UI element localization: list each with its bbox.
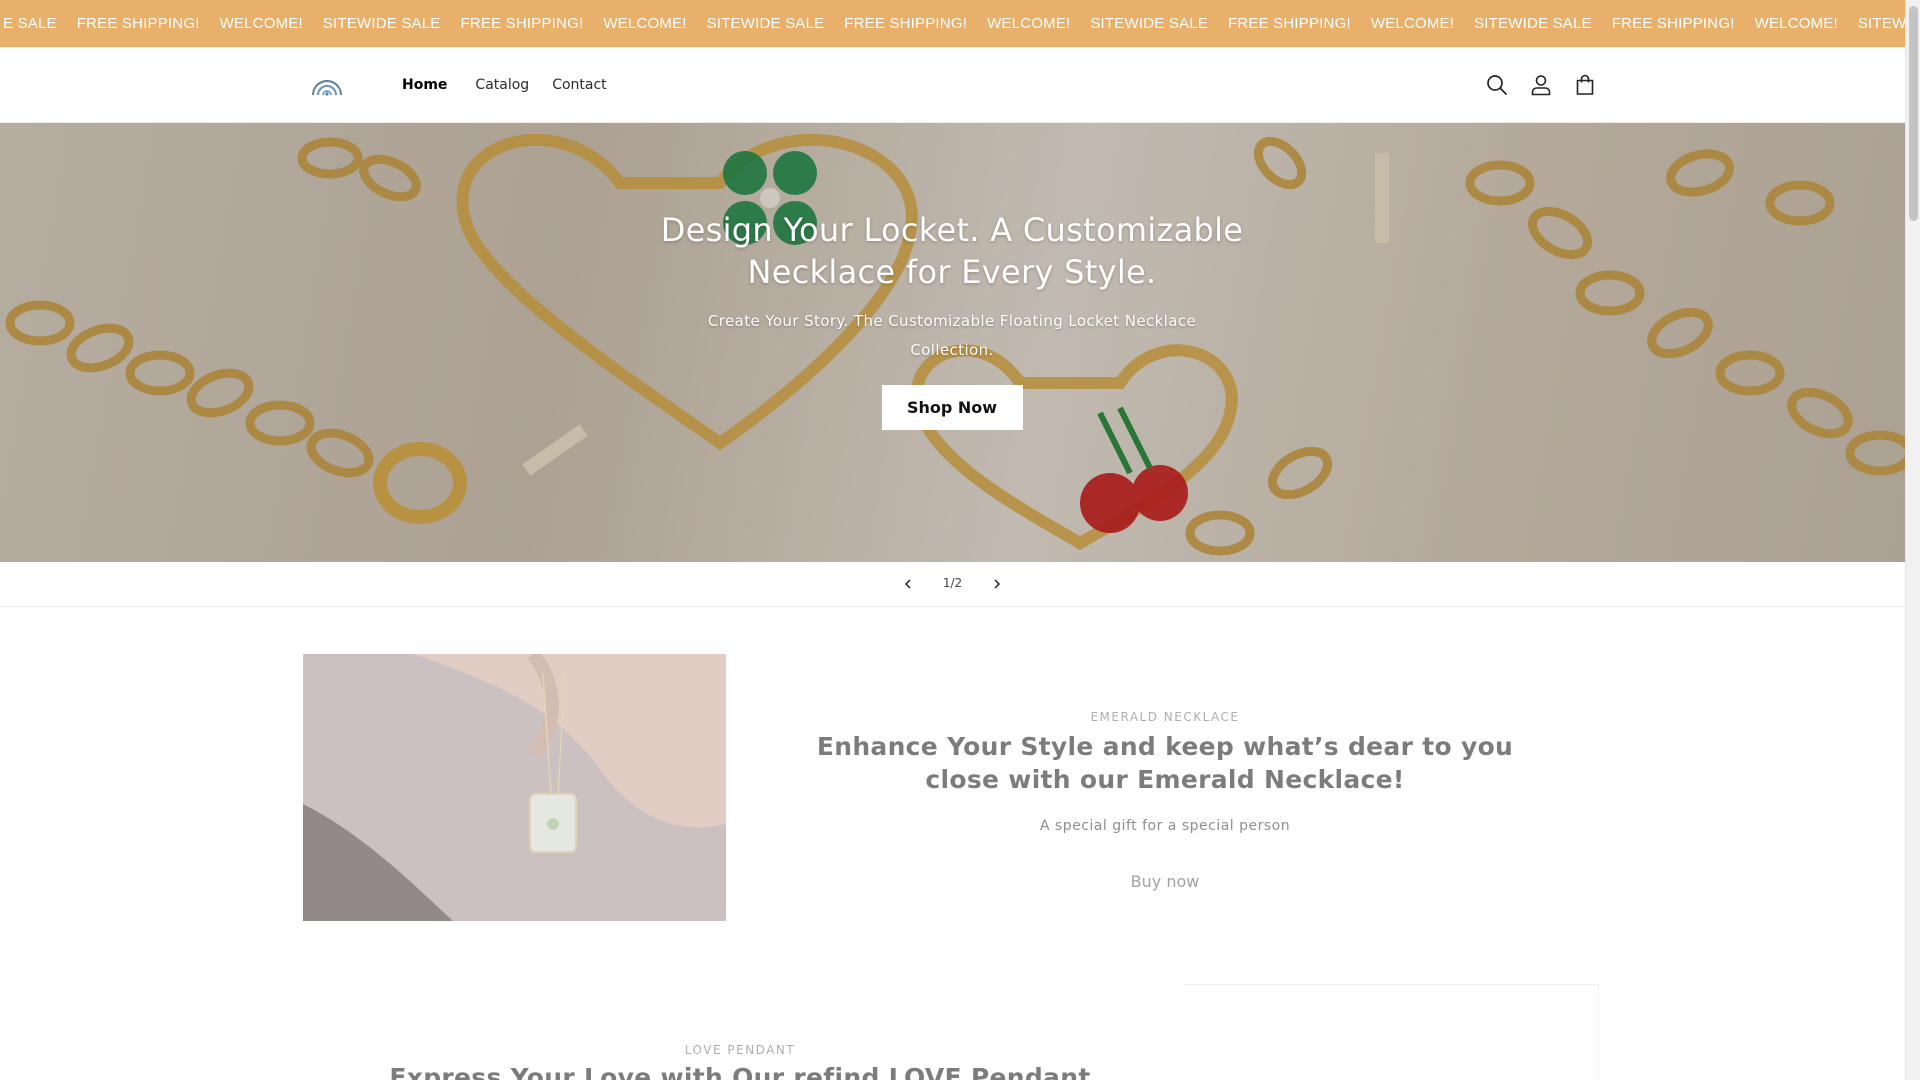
emerald-necklace-image bbox=[303, 654, 726, 921]
announcement-bar: E SALE FREE SHIPPING! WELCOME! SITEWIDE SAL… bbox=[0, 0, 1905, 47]
search-icon[interactable] bbox=[1481, 69, 1513, 101]
love-feature-text: LOVE PENDANT Express Your Love with Our … bbox=[370, 1043, 1110, 1080]
announcement-item: FREE SHIPPING! bbox=[844, 15, 968, 32]
hero-content: Design Your Locket. A Customizable Neckl… bbox=[652, 209, 1252, 430]
nav-contact[interactable]: Contact bbox=[552, 77, 606, 93]
announcement-item: FREE SHIPPING! bbox=[1227, 15, 1351, 32]
announcement-item: SITEWIDE SALE bbox=[1090, 15, 1208, 32]
scrollbar-thumb[interactable] bbox=[1909, 6, 1918, 221]
buy-now-link[interactable]: Buy now bbox=[810, 872, 1520, 891]
announcement-item: WELCOME! bbox=[1754, 15, 1838, 32]
announcement-item: FREE SHIPPING! bbox=[1611, 15, 1735, 32]
announcement-item: E SALE bbox=[3, 15, 57, 32]
love-eyebrow: LOVE PENDANT bbox=[684, 1043, 796, 1057]
emerald-feature-text: EMERALD NECKLACE Enhance Your Style and … bbox=[810, 710, 1520, 891]
announcement-item: SITEWIDE SALE bbox=[706, 15, 825, 32]
hero-subtitle: Create Your Story. The Customizable Floa… bbox=[707, 312, 1197, 359]
rainbow-logo-icon[interactable] bbox=[310, 73, 344, 99]
nav-catalog[interactable]: Catalog bbox=[475, 77, 529, 93]
hero-title: Design Your Locket. A Customizable Neckl… bbox=[660, 211, 1244, 291]
announcement-item: WELCOME! bbox=[987, 15, 1071, 32]
chevron-right-icon[interactable] bbox=[985, 572, 1009, 596]
site-header: Home Catalog Contact bbox=[0, 47, 1905, 123]
announcement-item: FREE SHIPPING! bbox=[460, 15, 584, 32]
emerald-eyebrow: EMERALD NECKLACE bbox=[1090, 710, 1240, 724]
page-scrollbar[interactable] bbox=[1905, 0, 1920, 1080]
announcement-item: WELCOME! bbox=[603, 15, 687, 32]
emerald-title: Enhance Your Style and keep what’s dear … bbox=[816, 732, 1514, 794]
announcement-item: WELCOME! bbox=[219, 15, 303, 32]
header-actions bbox=[1481, 69, 1613, 101]
nav-home[interactable]: Home bbox=[402, 77, 447, 93]
announcement-item: SITEWIDE S bbox=[1857, 15, 1905, 32]
announcement-item: SITEWIDE SALE bbox=[1474, 15, 1592, 32]
image-fade bbox=[303, 654, 726, 921]
chevron-left-icon[interactable] bbox=[896, 572, 920, 596]
slide-counter: 1/2 bbox=[942, 576, 963, 590]
cart-icon[interactable] bbox=[1569, 69, 1601, 101]
love-pendant-image-frame bbox=[1184, 984, 1599, 1080]
slider-controls: 1/2 bbox=[0, 562, 1905, 607]
announcement-item: WELCOME! bbox=[1370, 15, 1455, 32]
emerald-subtitle: A special gift for a special person bbox=[1039, 818, 1291, 834]
announcement-item: SITEWIDE SALE bbox=[322, 15, 441, 32]
announcement-item: FREE SHIPPING! bbox=[76, 15, 200, 32]
account-icon[interactable] bbox=[1525, 69, 1557, 101]
shop-now-button[interactable]: Shop Now bbox=[881, 385, 1023, 430]
announcement-track: E SALE FREE SHIPPING! WELCOME! SITEWIDE SAL… bbox=[0, 0, 1905, 47]
main-nav: Home Catalog Contact bbox=[395, 47, 630, 123]
hero-slideshow: Design Your Locket. A Customizable Neckl… bbox=[0, 123, 1905, 562]
love-title: Express Your Love with Our refind LOVE P… bbox=[389, 1063, 1091, 1080]
